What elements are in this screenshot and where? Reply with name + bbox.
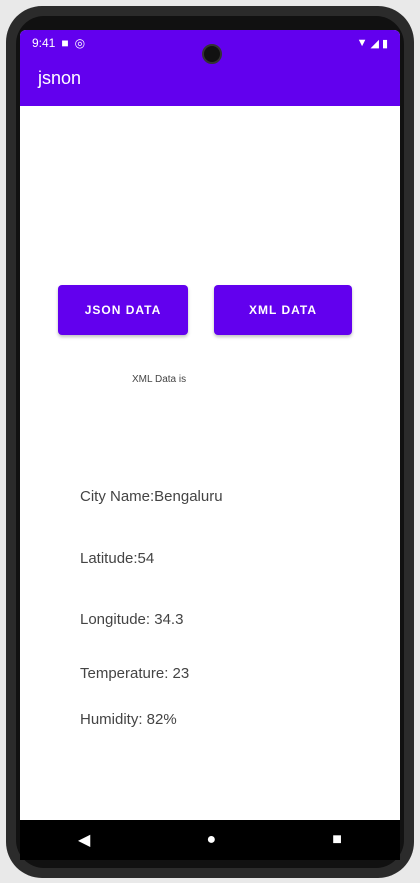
latitude-text: Latitude:54 (80, 550, 155, 567)
longitude-text: Longitude: 34.3 (80, 611, 184, 628)
sync-icon: ◎ (74, 36, 86, 50)
temperature-text: Temperature: 23 (80, 665, 190, 682)
wifi-icon: ▼ (356, 37, 368, 49)
city-name-text: City Name:Bengaluru (80, 488, 223, 505)
home-icon[interactable]: ● (206, 831, 216, 849)
navigation-bar: ◀ ● ■ (20, 820, 400, 860)
battery-icon: ▮ (381, 37, 388, 50)
xml-data-button[interactable]: XML DATA (214, 285, 352, 335)
signal-icon: ◢ (370, 37, 379, 50)
xml-data-label: XML Data is (132, 374, 187, 385)
app-title: jsnon (38, 68, 82, 88)
app-bar: 9:41 ■ ◎ ▼ ◢ ▮ jsnon (20, 30, 400, 106)
screen: 9:41 ■ ◎ ▼ ◢ ▮ jsnon JSON DATA XML DATA … (20, 30, 400, 860)
camera-notch (202, 44, 222, 64)
back-icon[interactable]: ◀ (78, 830, 90, 850)
recents-icon[interactable]: ■ (332, 831, 342, 849)
humidity-text: Humidity: 82% (80, 711, 177, 728)
json-data-button[interactable]: JSON DATA (58, 285, 188, 335)
time-label: 9:41 (32, 36, 56, 50)
notification-icon: ■ (61, 36, 69, 50)
